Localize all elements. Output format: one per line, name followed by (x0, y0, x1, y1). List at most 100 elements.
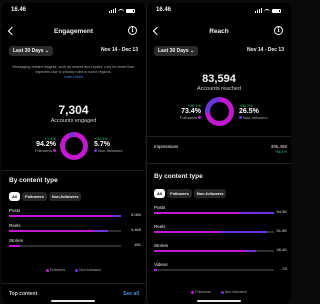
filter-followers[interactable]: Followers (167, 189, 192, 198)
content-type-row[interactable]: Reels 51.5K (154, 224, 287, 238)
accounts-reached-label: Accounts reached (196, 86, 242, 92)
home-indicator[interactable] (197, 300, 241, 302)
followers-percent: 94.2% (36, 141, 56, 148)
nonfollowers-dot-icon (94, 149, 97, 153)
content-type-value: 5,060 (130, 212, 141, 217)
divider (147, 136, 291, 137)
audience-filter: All Followers Non-followers (9, 192, 82, 201)
legend-followers-dot-icon (191, 290, 195, 294)
nonfollowers-bar-segment (93, 230, 108, 232)
status-time: 16.46 (11, 7, 27, 13)
filter-nonfollowers[interactable]: Non-followers (48, 192, 82, 201)
nonfollowers-bar-segment (155, 269, 157, 271)
page-title: Reach (209, 28, 229, 35)
range-dropdown[interactable]: Last 30 Days ⌄ (9, 46, 54, 56)
nonfollowers-bar-segment (245, 250, 256, 252)
nonfollowers-label: Non-followers (98, 148, 123, 153)
divider (2, 170, 145, 171)
content-type-row[interactable]: Stories 46.4K (154, 243, 287, 257)
content-type-row[interactable]: Posts 54.5K (154, 205, 287, 219)
filter-followers[interactable]: Followers (22, 192, 47, 201)
top-content-heading: Top content See all (9, 291, 139, 297)
nonfollowers-stat: +86.7% 26.5% Non-followers (239, 103, 289, 120)
info-icon[interactable]: i (274, 26, 283, 35)
followers-label: Followers (179, 115, 197, 120)
reach-screen: 16.46 Reach i Last 30 Days ⌄ Nov 14 - De… (146, 3, 291, 304)
legend-followers: Followers (195, 290, 211, 294)
impressions-value: 395,468 (270, 144, 287, 149)
followers-percent: 73.4% (181, 108, 201, 115)
breakdown-bar (154, 269, 274, 271)
followers-bar-segment (154, 231, 222, 233)
breakdown-bar (9, 215, 121, 217)
nav-header: Engagement i (2, 25, 145, 41)
accounts-reached-total: 83,594 (202, 73, 236, 85)
content-type-row[interactable]: Stories 481 (9, 238, 141, 252)
legend-nonfollowers: Non-followers (79, 268, 102, 272)
breakdown-legend: Followers Non-followers (2, 268, 145, 272)
breakdown-bar (154, 212, 274, 214)
content-type-value: 51.5K (276, 228, 287, 233)
wifi-icon (264, 8, 270, 13)
range-dropdown[interactable]: Last 30 Days ⌄ (154, 46, 199, 56)
filter-all[interactable]: All (9, 192, 21, 201)
followers-stat: +36.1% 73.4% Followers (155, 103, 201, 120)
nonfollowers-stat: +33.3% 5.7% Non-followers (94, 136, 140, 153)
impressions-row: Impressions 395,468 +56.1% (154, 144, 287, 154)
content-type-row[interactable]: Reels 4,465 (9, 223, 141, 237)
status-bar: 16.46 (147, 7, 291, 17)
status-time: 16.46 (156, 7, 172, 13)
followers-bar-segment (154, 250, 246, 252)
impressions-label: Impressions (154, 144, 179, 149)
nav-header: Reach i (147, 25, 291, 41)
nonfollowers-percent: 26.5% (239, 108, 259, 115)
filter-all[interactable]: All (154, 189, 166, 198)
accounts-engaged-label: Accounts engaged (50, 118, 97, 124)
content-type-row[interactable]: Posts 5,060 (9, 208, 141, 222)
home-indicator[interactable] (51, 300, 95, 302)
engagement-screen: 16.46 Engagement i Last 30 Days ⌄ Nov 14… (2, 3, 145, 304)
followers-bar-segment (9, 245, 20, 247)
status-bar: 16.46 (2, 7, 145, 17)
content-type-label: Videos (154, 262, 168, 267)
page-title: Engagement (53, 28, 93, 35)
content-type-value: 54.5K (276, 209, 287, 214)
breakdown-legend: Followers Non-followers (147, 290, 291, 294)
content-type-value: 481 (134, 242, 141, 247)
followers-donut-chart (60, 132, 88, 160)
nonfollowers-bar-segment (112, 215, 121, 217)
date-range-label: Nov 14 - Dec 13 (247, 47, 284, 53)
signal-icon (109, 8, 116, 13)
see-all-link[interactable]: See all (123, 291, 139, 297)
learn-more-link[interactable]: Learn More (12, 75, 135, 80)
content-type-label: Posts (9, 208, 21, 213)
content-type-value: 4,465 (130, 227, 141, 232)
date-range-row: Last 30 Days ⌄ Nov 14 - Dec 13 (154, 46, 284, 56)
followers-stat: +1.4% 94.2% Followers (10, 136, 56, 153)
wifi-icon (118, 8, 124, 13)
battery-icon (272, 8, 281, 13)
content-type-row[interactable]: Videos 23 (154, 262, 287, 276)
content-type-label: Posts (154, 205, 166, 210)
signal-icon (255, 8, 262, 13)
content-type-value: 23 (282, 266, 287, 271)
date-range-label: Nov 14 - Dec 13 (101, 47, 138, 53)
accounts-engaged-total: 7,304 (58, 103, 89, 117)
nonfollowers-bar-segment (240, 212, 274, 214)
legend-followers-dot-icon (45, 268, 49, 272)
divider (2, 283, 145, 284)
filter-nonfollowers[interactable]: Non-followers (193, 189, 227, 198)
breakdown-bar (154, 250, 274, 252)
breakdown-bar (9, 245, 121, 247)
top-content-title: Top content (9, 291, 38, 297)
followers-dot-icon (198, 116, 201, 120)
legend-followers: Followers (49, 268, 66, 272)
impressions-change: +56.1% (274, 150, 287, 154)
date-range-row: Last 30 Days ⌄ Nov 14 - Dec 13 (9, 46, 138, 56)
nonfollowers-bar-segment (19, 245, 20, 247)
followers-label: Followers (34, 148, 52, 153)
info-icon[interactable]: i (128, 26, 137, 35)
content-type-label: Reels (9, 223, 21, 228)
content-type-value: 46.4K (276, 247, 287, 252)
content-type-label: Stories (154, 243, 169, 248)
